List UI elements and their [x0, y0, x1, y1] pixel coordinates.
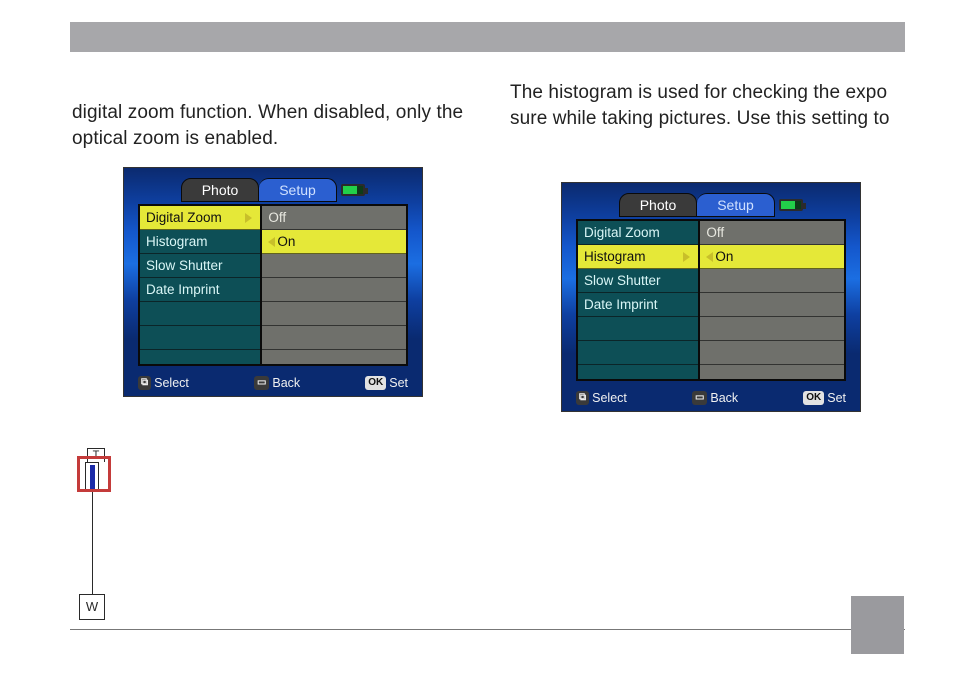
menu-item-label: Slow Shutter: [584, 269, 661, 293]
menu-item-label: Slow Shutter: [146, 254, 223, 278]
menu-item-empty: [578, 317, 698, 341]
option-empty: [700, 317, 844, 341]
option-empty: [700, 341, 844, 365]
tab-setup: Setup: [697, 193, 775, 217]
help-label: Set: [827, 391, 846, 405]
left-column: digital zoom function. When disabled, on…: [72, 100, 474, 412]
option-label: Off: [706, 221, 724, 245]
menu-item-date-imprint: Date Imprint: [578, 293, 698, 317]
zoom-highlight-box: [77, 456, 111, 492]
option-list: Off On: [262, 206, 406, 364]
camera-menu-screenshot-right: Photo Setup Digital Zoom Histogram Slow …: [561, 182, 861, 412]
menu-item-label: Histogram: [146, 230, 208, 254]
battery-icon: [341, 184, 365, 196]
option-off: Off: [262, 206, 406, 230]
help-set: OK Set: [365, 376, 408, 390]
option-empty: [700, 293, 844, 317]
option-on: On: [700, 245, 844, 269]
option-empty: [262, 302, 406, 326]
help-bar: ⧉ Select ▭ Back OK Set: [138, 376, 408, 390]
tab-photo: Photo: [619, 193, 697, 217]
option-label: On: [715, 245, 838, 269]
tab-setup: Setup: [259, 178, 337, 202]
menu-item-label: Date Imprint: [146, 278, 220, 302]
option-empty: [262, 278, 406, 302]
ok-key-icon: OK: [365, 376, 386, 390]
help-back: ▭ Back: [254, 376, 300, 390]
header-gray-bar: [70, 22, 905, 52]
chevron-right-icon: [683, 252, 690, 262]
menu-list: Digital Zoom Histogram Slow Shutter Date…: [140, 206, 262, 364]
camera-tabs: Photo Setup: [181, 178, 365, 202]
menu-item-empty: [578, 341, 698, 365]
menu-item-histogram: Histogram: [140, 230, 260, 254]
menu-item-digital-zoom: Digital Zoom: [578, 221, 698, 245]
menu-item-digital-zoom: Digital Zoom: [140, 206, 260, 230]
option-list: Off On: [700, 221, 844, 379]
right-column: The histogram is used for checking the e…: [510, 100, 912, 412]
help-back: ▭ Back: [692, 391, 738, 405]
menu-item-label: Date Imprint: [584, 293, 658, 317]
menu-panel: Digital Zoom Histogram Slow Shutter Date…: [576, 219, 846, 381]
option-off: Off: [700, 221, 844, 245]
ok-key-icon: OK: [803, 391, 824, 405]
footer-divider: [70, 629, 905, 630]
chevron-right-icon: [245, 213, 252, 223]
menu-list: Digital Zoom Histogram Slow Shutter Date…: [578, 221, 700, 379]
battery-icon: [779, 199, 803, 211]
option-empty: [262, 254, 406, 278]
menu-item-empty: [140, 302, 260, 326]
camera-menu-screenshot-left: Photo Setup Digital Zoom Histogram Slow …: [123, 167, 423, 397]
menu-item-empty: [140, 326, 260, 350]
dpad-icon: ⧉: [138, 376, 151, 390]
back-key-icon: ▭: [692, 391, 707, 405]
menu-item-label: Histogram: [584, 245, 646, 269]
option-empty: [262, 326, 406, 350]
help-select: ⧉ Select: [576, 391, 627, 405]
help-label: Set: [389, 376, 408, 390]
zoom-slider-icon: T W: [83, 462, 119, 620]
option-empty: [700, 269, 844, 293]
menu-item-histogram: Histogram: [578, 245, 698, 269]
menu-item-slow-shutter: Slow Shutter: [140, 254, 260, 278]
zoom-stem: [92, 490, 93, 594]
tab-photo: Photo: [181, 178, 259, 202]
menu-item-label: Digital Zoom: [584, 221, 660, 245]
content-columns: digital zoom function. When disabled, on…: [72, 100, 912, 412]
right-body-text: The histogram is used for checking the e…: [510, 80, 912, 132]
page-number-block: [851, 596, 904, 654]
menu-panel: Digital Zoom Histogram Slow Shutter Date…: [138, 204, 408, 366]
help-set: OK Set: [803, 391, 846, 405]
menu-item-date-imprint: Date Imprint: [140, 278, 260, 302]
left-body-text: digital zoom function. When disabled, on…: [72, 100, 474, 152]
option-label: On: [277, 230, 400, 254]
zoom-w-cap: W: [79, 594, 105, 620]
option-on: On: [262, 230, 406, 254]
help-label: Back: [710, 391, 738, 405]
chevron-left-icon: [706, 252, 713, 262]
help-select: ⧉ Select: [138, 376, 189, 390]
dpad-icon: ⧉: [576, 391, 589, 405]
back-key-icon: ▭: [254, 376, 269, 390]
help-label: Select: [592, 391, 627, 405]
menu-item-label: Digital Zoom: [146, 206, 222, 230]
chevron-left-icon: [268, 237, 275, 247]
option-label: Off: [268, 206, 286, 230]
help-label: Back: [272, 376, 300, 390]
menu-item-slow-shutter: Slow Shutter: [578, 269, 698, 293]
camera-tabs: Photo Setup: [619, 193, 803, 217]
help-bar: ⧉ Select ▭ Back OK Set: [576, 391, 846, 405]
help-label: Select: [154, 376, 189, 390]
